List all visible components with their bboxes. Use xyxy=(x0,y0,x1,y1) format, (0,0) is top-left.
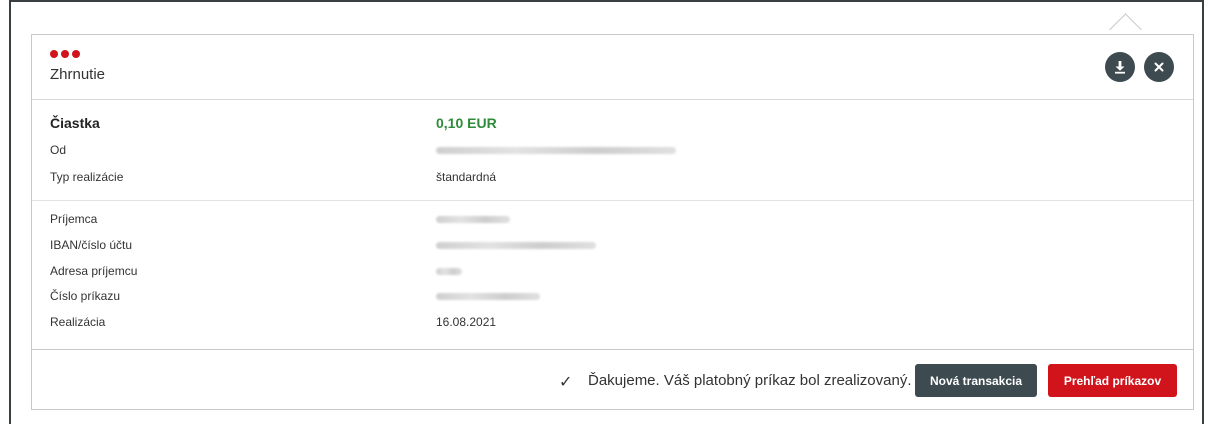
from-value-redacted xyxy=(436,143,676,157)
payment-details: Čiastka 0,10 EUR Od Typ realizácie štand… xyxy=(32,100,1193,201)
address-value-redacted xyxy=(436,264,462,278)
recipient-label: Príjemca xyxy=(50,212,98,226)
recipient-row: Príjemca xyxy=(50,212,1150,232)
recipient-details: Príjemca IBAN/číslo účtu Adresa príjemcu… xyxy=(32,201,1193,349)
download-button[interactable] xyxy=(1105,52,1135,82)
iban-value-redacted xyxy=(436,238,596,252)
address-label: Adresa príjemcu xyxy=(50,264,138,278)
summary-card: Zhrnutie Čiastka 0,10 EUR Od Typ realizá… xyxy=(31,34,1194,410)
order-number-value-redacted xyxy=(436,289,540,303)
from-label: Od xyxy=(50,143,67,157)
type-value: štandardná xyxy=(436,170,497,184)
brand-dots-icon xyxy=(50,50,80,58)
amount-row: Čiastka 0,10 EUR xyxy=(50,115,1150,135)
new-transaction-button[interactable]: Nová transakcia xyxy=(915,364,1037,397)
check-icon: ✓ xyxy=(559,374,573,391)
summary-header: Zhrnutie xyxy=(32,35,1193,100)
recipient-value-redacted xyxy=(436,212,510,226)
type-label: Typ realizácie xyxy=(50,170,124,184)
download-icon xyxy=(1115,61,1125,74)
summary-footer: ✓ Ďakujeme. Váš platobný príkaz bol zrea… xyxy=(32,349,1193,410)
realization-value: 16.08.2021 xyxy=(436,315,497,329)
success-message: Ďakujeme. Váš platobný príkaz bol zreali… xyxy=(588,372,912,389)
close-button[interactable] xyxy=(1144,52,1174,82)
amount-value: 0,10 EUR xyxy=(436,115,497,131)
order-number-row: Číslo príkazu xyxy=(50,289,1150,309)
type-row: Typ realizácie štandardná xyxy=(50,170,1150,190)
realization-label: Realizácia xyxy=(50,315,106,329)
realization-row: Realizácia 16.08.2021 xyxy=(50,315,1150,335)
amount-label: Čiastka xyxy=(50,115,100,131)
from-row: Od xyxy=(50,143,1150,163)
summary-title: Zhrnutie xyxy=(50,66,106,83)
iban-row: IBAN/číslo účtu xyxy=(50,238,1150,258)
close-icon xyxy=(1154,62,1164,72)
iban-label: IBAN/číslo účtu xyxy=(50,238,133,252)
order-number-label: Číslo príkazu xyxy=(50,289,121,303)
address-row: Adresa príjemcu xyxy=(50,264,1150,284)
orders-overview-button[interactable]: Prehľad príkazov xyxy=(1048,364,1177,397)
